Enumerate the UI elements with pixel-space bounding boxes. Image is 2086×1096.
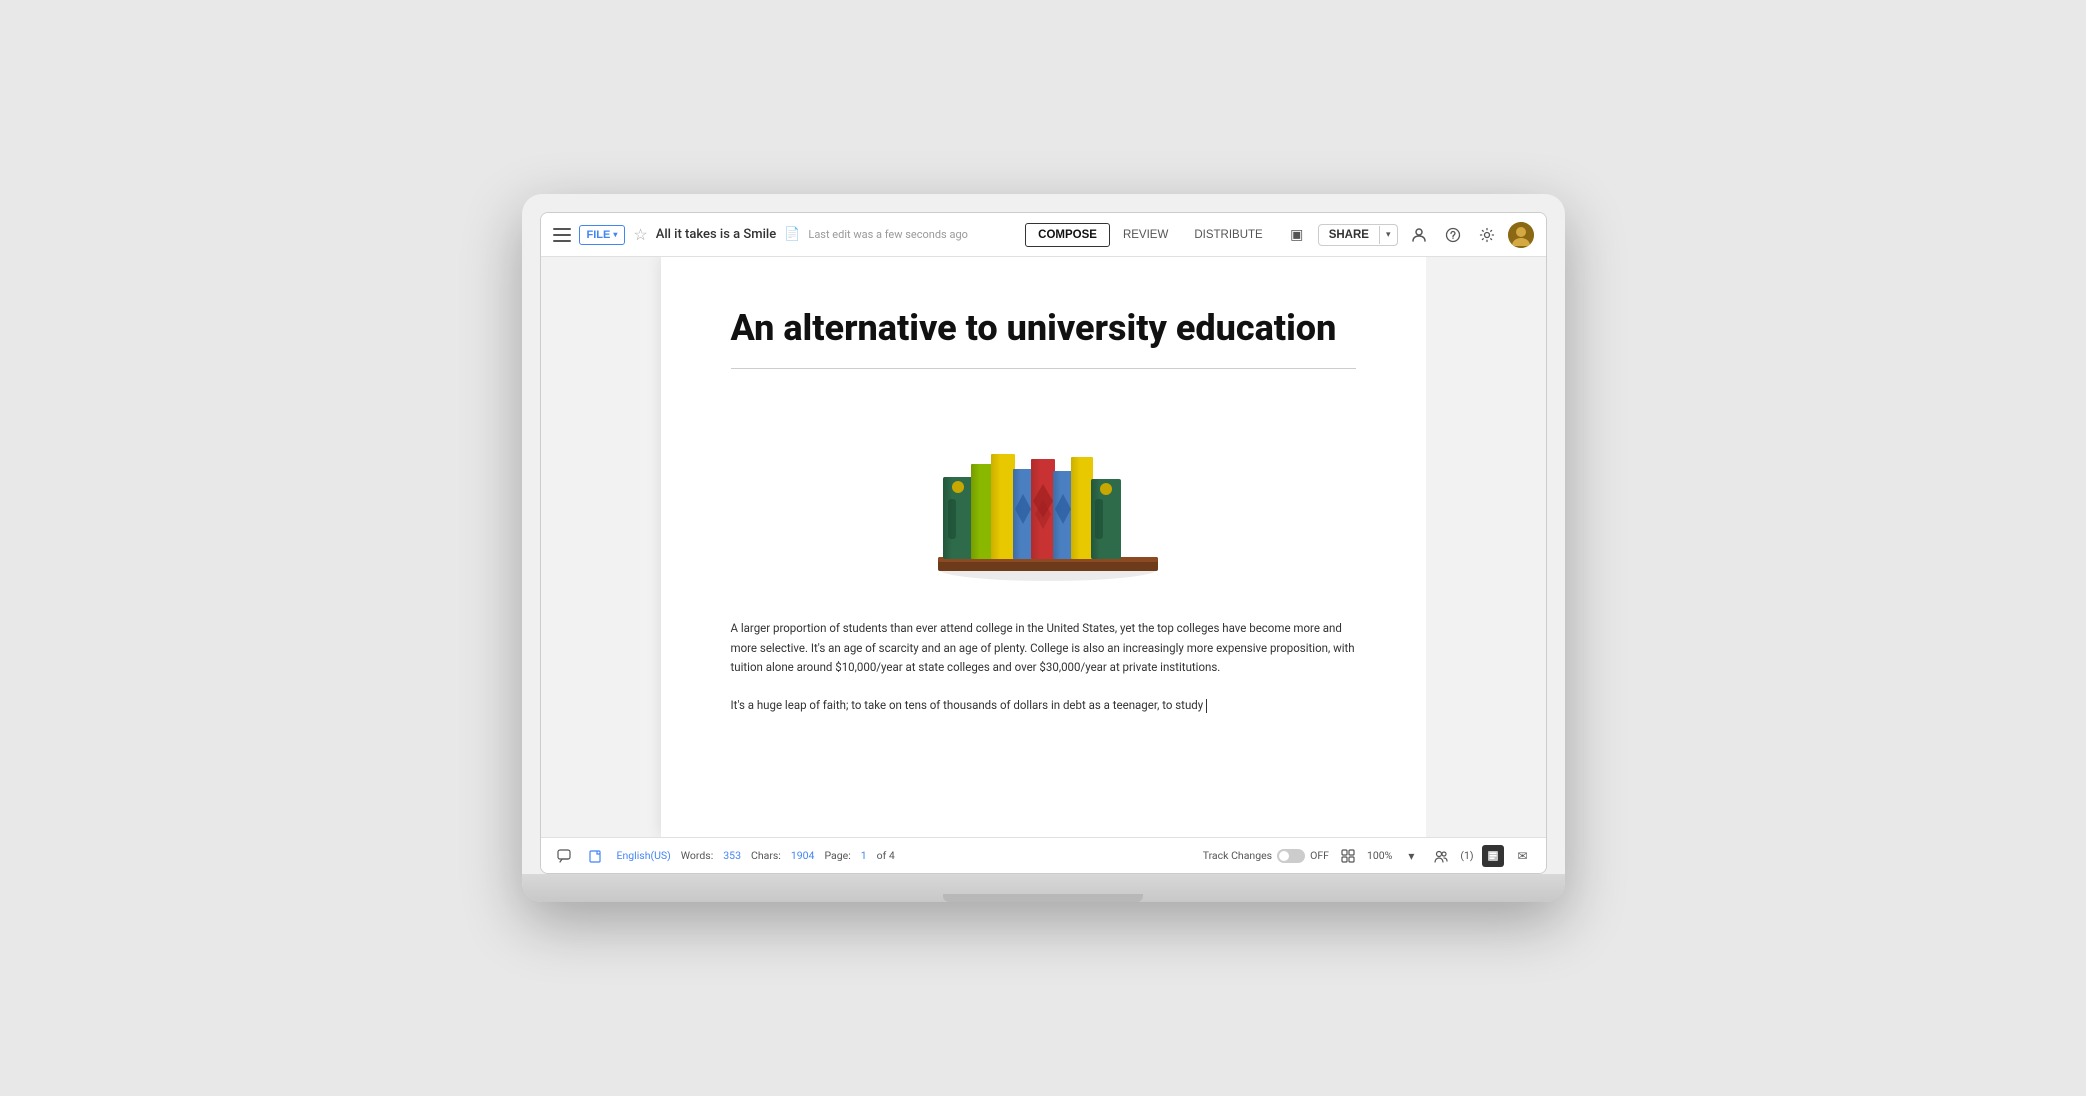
laptop-frame: FILE▾ ☆ All it takes is a Smile 📄 Last e… [522,194,1565,902]
track-changes-control: Track Changes OFF [1203,849,1329,863]
file-convert-icon[interactable] [585,845,607,867]
settings-icon[interactable] [1474,222,1500,248]
document-image [731,399,1356,584]
share-button-group: SHARE ▾ [1318,224,1398,246]
page-label: Page: [824,849,850,862]
toolbar: FILE▾ ☆ All it takes is a Smile 📄 Last e… [541,213,1546,257]
text-cursor [1206,699,1207,713]
hamburger-icon[interactable] [553,228,571,242]
laptop-base [522,874,1565,902]
search-user-icon[interactable] [1406,222,1432,248]
help-icon[interactable] [1440,222,1466,248]
paragraph-1: A larger proportion of students than eve… [731,619,1356,678]
page-current: 1 [861,849,867,862]
main-area: An alternative to university education [541,257,1546,837]
favorite-icon[interactable]: ☆ [633,225,647,244]
laptop-screen: FILE▾ ☆ All it takes is a Smile 📄 Last e… [540,212,1547,874]
track-changes-toggle[interactable] [1277,849,1305,863]
sidebar-right [1426,257,1546,837]
page-of: of 4 [877,849,895,862]
chars-count: 1904 [791,849,815,862]
tab-compose[interactable]: COMPOSE [1025,223,1110,247]
email-icon[interactable]: ✉ [1512,845,1534,867]
track-changes-state: OFF [1310,849,1329,862]
document-area[interactable]: An alternative to university education [661,257,1426,837]
status-bar: English(US) Words: 353 Chars: 1904 Page:… [541,837,1546,873]
file-menu-button[interactable]: FILE▾ [579,225,626,245]
document-title: All it takes is a Smile [656,227,777,242]
zoom-chevron-icon[interactable]: ▾ [1400,845,1422,867]
file-chevron: ▾ [613,230,617,239]
collab-count: (1) [1460,849,1473,862]
status-bar-left: English(US) Words: 353 Chars: 1904 Page:… [553,845,1191,867]
words-label: Words: [681,849,714,862]
toolbar-right: ▣ SHARE ▾ [1284,222,1534,248]
document-heading: An alternative to university education [731,307,1356,350]
words-count: 353 [723,849,741,862]
collaborators-icon[interactable] [1430,845,1452,867]
zoom-level[interactable]: 100% [1367,849,1392,862]
tab-distribute[interactable]: DISTRIBUTE [1181,223,1275,247]
comment-icon[interactable] [553,845,575,867]
user-avatar[interactable] [1508,222,1534,248]
presentation-mode-icon[interactable]: ▣ [1284,222,1310,248]
chars-label: Chars: [751,849,781,862]
track-changes-label: Track Changes [1203,849,1272,862]
sidebar-left [541,257,661,837]
heading-divider [731,368,1356,369]
share-button[interactable]: SHARE [1319,225,1379,245]
toolbar-left: FILE▾ ☆ All it takes is a Smile 📄 Last e… [553,225,1018,245]
share-dropdown-icon[interactable]: ▾ [1379,226,1397,244]
file-label: FILE [587,229,611,241]
document-type-icon: 📄 [784,227,800,242]
language-indicator[interactable]: English(US) [617,849,671,862]
toolbar-tabs: COMPOSE REVIEW DISTRIBUTE [1025,223,1276,247]
paragraph-2: It's a huge leap of faith; to take on te… [731,696,1356,716]
status-bar-right: Track Changes OFF 100% ▾ [1203,845,1534,867]
books-svg [893,399,1193,584]
active-view-icon[interactable] [1482,845,1504,867]
tab-review[interactable]: REVIEW [1110,223,1181,247]
last-edit-status: Last edit was a few seconds ago [808,228,968,241]
view-grid-icon[interactable] [1337,845,1359,867]
